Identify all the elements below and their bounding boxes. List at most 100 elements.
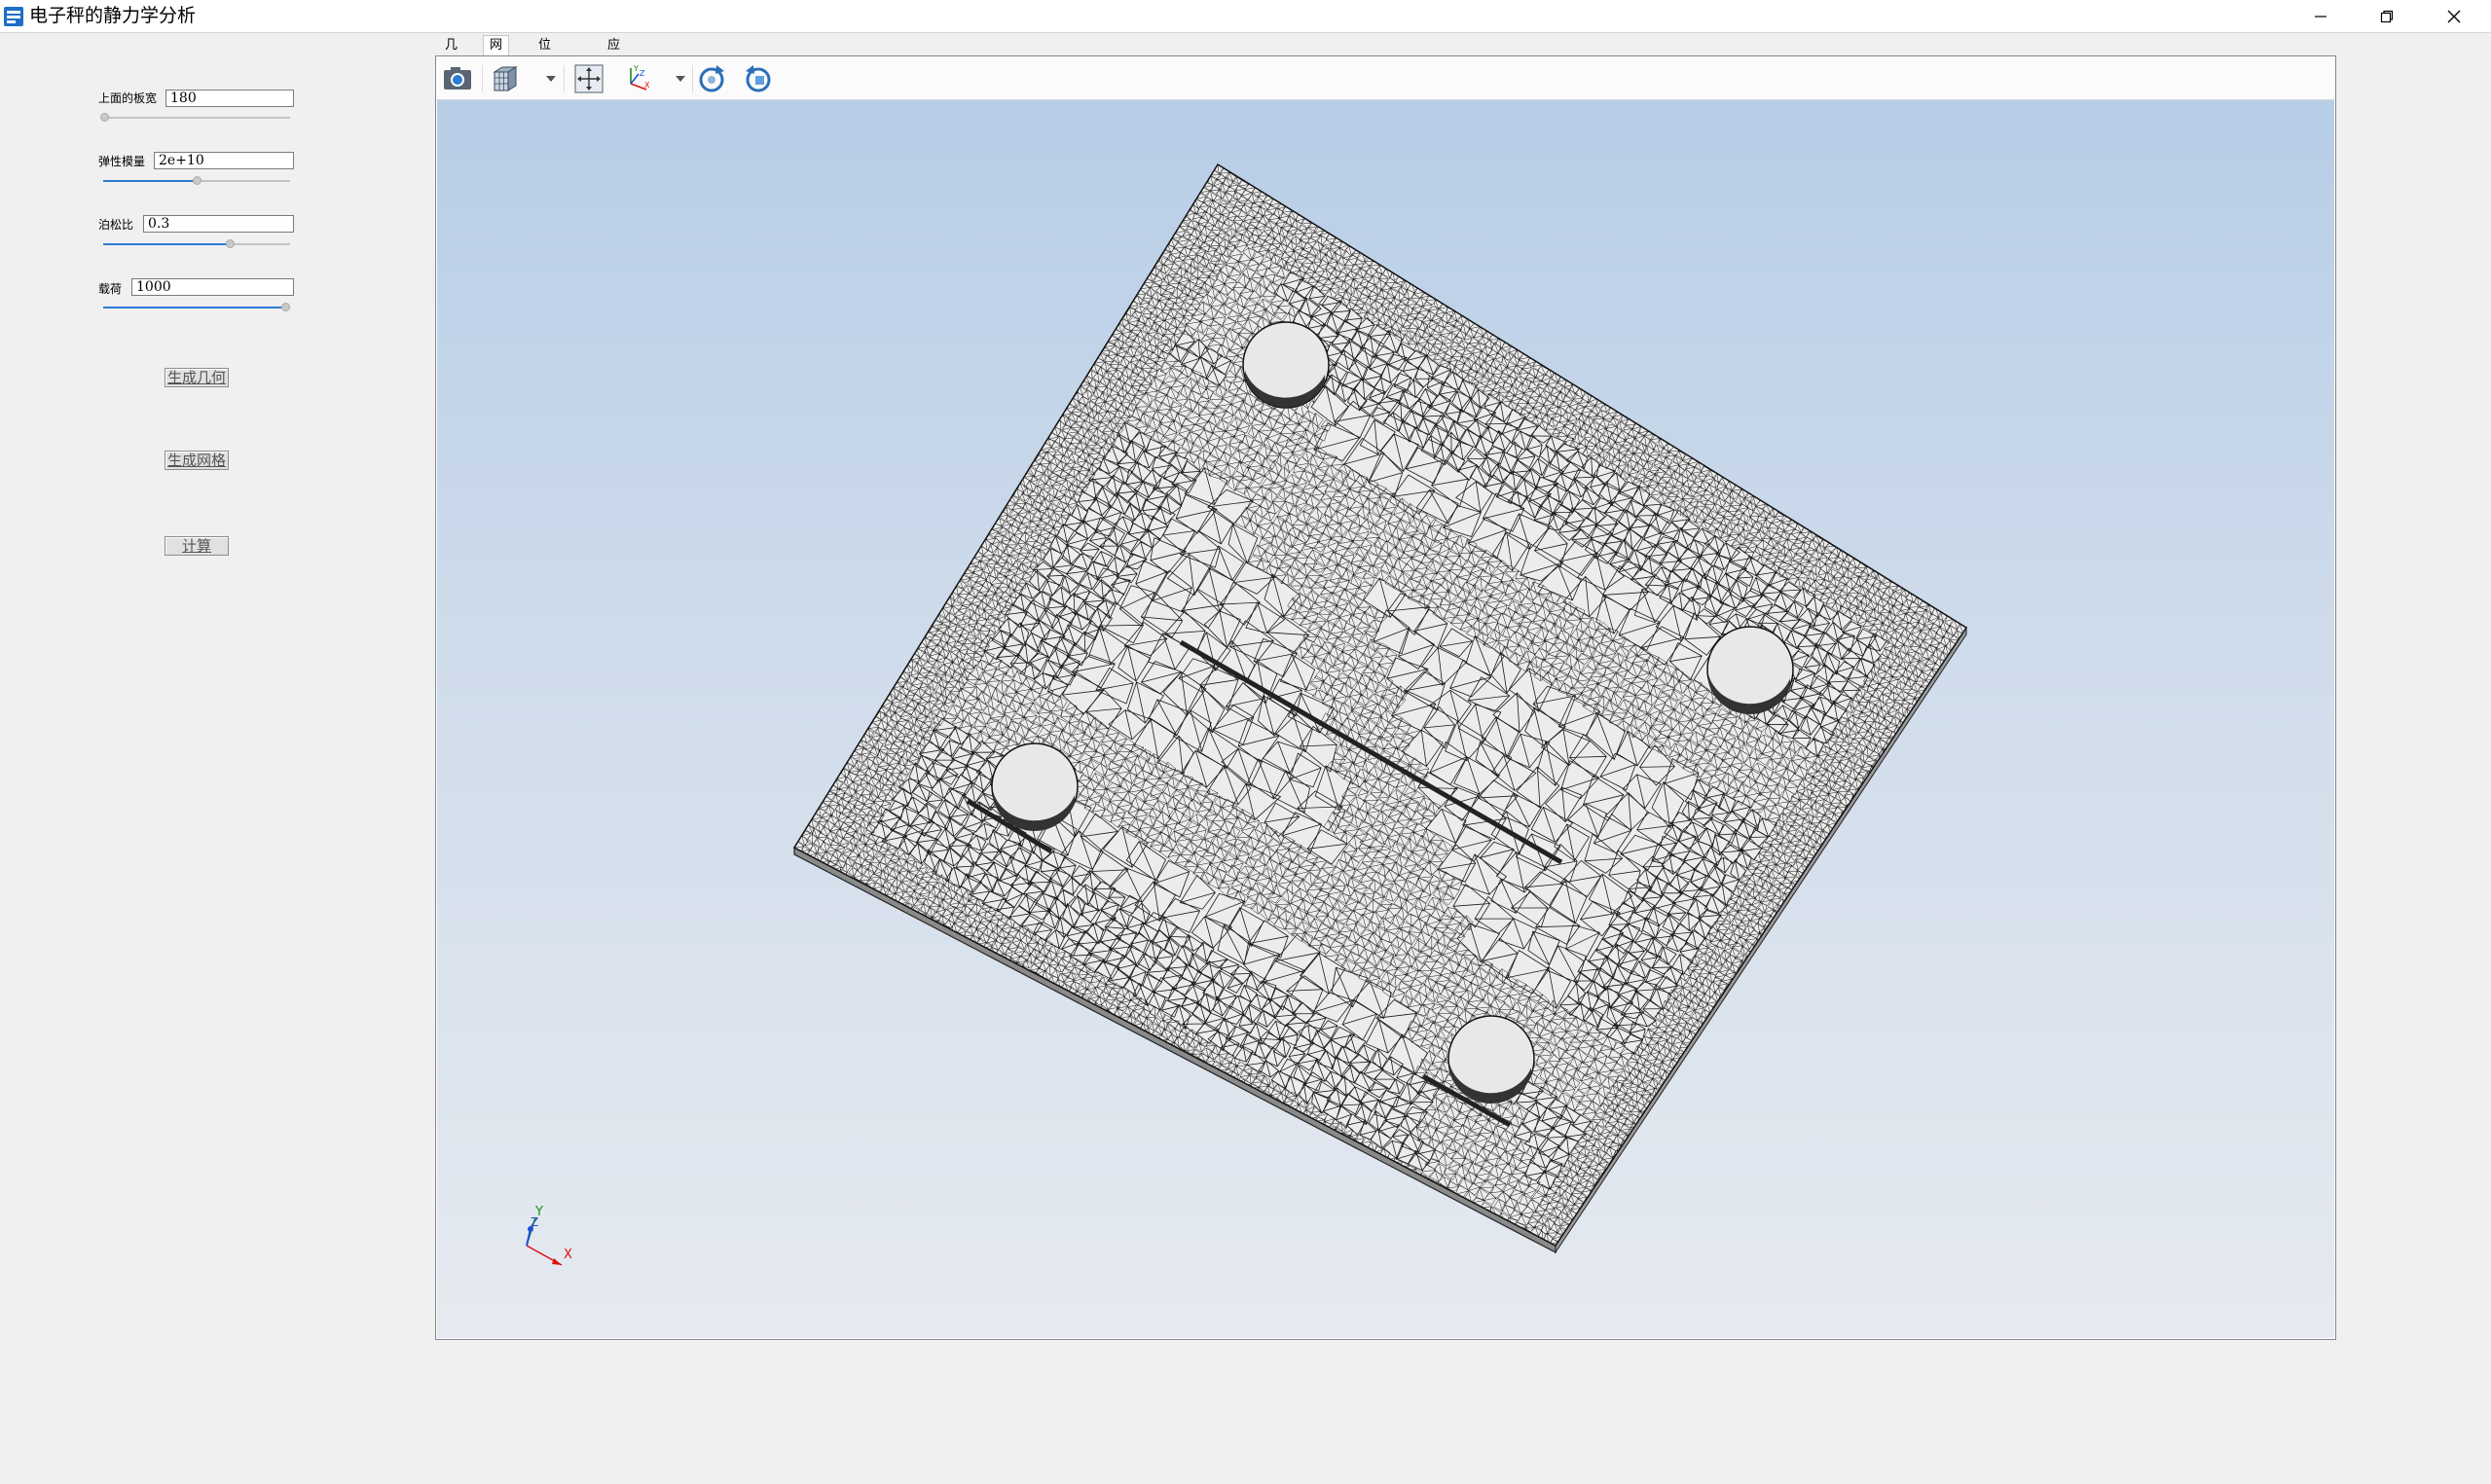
mesh-element	[1277, 1133, 1288, 1143]
mesh-element	[1287, 1132, 1299, 1141]
cube-dropdown-icon[interactable]	[546, 76, 556, 82]
mesh-element	[1331, 1142, 1343, 1154]
cube-view-icon[interactable]	[489, 62, 522, 95]
mesh-element	[1267, 1119, 1281, 1130]
mesh-element	[1292, 1150, 1304, 1161]
mesh-element	[1071, 1004, 1084, 1017]
mesh-element	[1024, 983, 1036, 995]
mesh-element	[1208, 1075, 1220, 1086]
plate-width-label: 上面的板宽	[98, 91, 158, 105]
tab-stress[interactable]: 应力云图	[602, 36, 626, 111]
elastic-modulus-input[interactable]: 2e+10	[154, 152, 294, 169]
mesh-element	[1271, 1114, 1283, 1123]
minimize-icon	[2315, 15, 2326, 18]
mesh-element	[1356, 1175, 1368, 1184]
elastic-modulus-label: 弹性模量	[98, 155, 146, 168]
load-slider-thumb[interactable]	[281, 303, 290, 311]
mesh-element	[1108, 1029, 1119, 1040]
mesh-element	[1138, 1037, 1150, 1051]
mesh-element	[1250, 1106, 1262, 1117]
mesh-element	[1300, 1123, 1311, 1134]
mesh-element	[1323, 1170, 1336, 1180]
viewer-toolbar: Y X Z	[437, 57, 2334, 100]
mesh-element	[1174, 1075, 1186, 1089]
plate-width-input[interactable]: 180	[165, 90, 294, 107]
mesh-element	[1142, 1047, 1152, 1059]
load-input[interactable]: 1000	[131, 278, 294, 296]
mesh-element	[1135, 1055, 1149, 1065]
poisson-ratio-slider[interactable]	[103, 239, 290, 248]
mesh-element	[1309, 1137, 1320, 1148]
mesh-element	[1278, 1118, 1289, 1130]
plate-width-slider[interactable]	[100, 113, 290, 122]
mesh-element	[1177, 1070, 1189, 1082]
elastic-modulus-slider[interactable]	[103, 176, 290, 185]
elastic-modulus-slider-thumb[interactable]	[193, 176, 201, 185]
mesh-element	[1288, 1116, 1299, 1126]
mesh-model[interactable]: X Y Z	[437, 100, 2334, 1338]
mesh-element	[1304, 1159, 1316, 1169]
mesh-element	[1318, 1149, 1329, 1161]
mesh-element	[1031, 987, 1042, 999]
mesh-element	[1075, 1016, 1084, 1027]
mesh-element	[1231, 1111, 1240, 1122]
mesh-element	[988, 960, 998, 972]
minimize-button[interactable]	[2288, 0, 2354, 32]
mesh-element	[1198, 1091, 1210, 1103]
mesh-element	[1000, 968, 1010, 980]
mesh-element	[1341, 1155, 1352, 1168]
mesh-element	[1112, 1037, 1123, 1049]
mesh-element	[1045, 990, 1057, 1000]
restore-button[interactable]	[2354, 0, 2420, 32]
mesh-element	[1360, 1167, 1370, 1177]
mesh-element	[1328, 1164, 1339, 1175]
mesh-element	[1104, 1024, 1115, 1035]
mesh-element	[1253, 1117, 1264, 1129]
window-title: 电子秤的静力学分析	[29, 5, 197, 26]
plate-width-slider-thumb[interactable]	[100, 113, 109, 122]
mesh-element	[1274, 1124, 1286, 1136]
mesh-element	[981, 956, 992, 968]
mesh-element	[1099, 1030, 1112, 1041]
mesh-element	[1246, 1100, 1259, 1109]
poisson-ratio-input[interactable]: 0.3	[143, 215, 294, 233]
mesh-element	[1301, 1147, 1314, 1160]
mesh-element	[1086, 1022, 1099, 1033]
mesh-element	[1131, 1033, 1142, 1046]
3d-viewport[interactable]: X Y Z	[437, 100, 2334, 1338]
mesh-element	[1281, 1127, 1292, 1138]
mesh-element	[1312, 1145, 1325, 1156]
mesh-element	[1315, 1140, 1326, 1152]
rotate-cw-icon[interactable]	[695, 62, 728, 95]
generate-geometry-button[interactable]: 生成几何	[165, 368, 229, 387]
mesh-element	[1156, 1050, 1167, 1061]
generate-mesh-button[interactable]: 生成网格	[165, 451, 229, 470]
mesh-element	[1182, 1064, 1191, 1076]
mesh-element	[1265, 1125, 1276, 1136]
tab-mesh[interactable]: 网格	[483, 35, 510, 72]
tab-geometry[interactable]: 几何	[439, 36, 463, 72]
mesh-element	[1054, 993, 1065, 1005]
mesh-element	[1322, 1143, 1334, 1156]
mesh-element	[1337, 1146, 1350, 1159]
tab-displacement[interactable]: 位移云图	[532, 36, 557, 111]
mesh-element	[1356, 1188, 1367, 1200]
mesh-element	[1305, 1142, 1318, 1155]
camera-icon[interactable]	[441, 62, 474, 95]
mesh-element	[1358, 1183, 1370, 1194]
mesh-element	[1337, 1161, 1348, 1173]
poisson-ratio-slider-thumb[interactable]	[226, 239, 235, 248]
mesh-element	[1327, 1149, 1339, 1161]
axes-dropdown-icon[interactable]	[676, 76, 685, 82]
mesh-element	[1146, 1051, 1158, 1064]
mesh-element	[1365, 1172, 1376, 1183]
load-slider[interactable]	[103, 303, 290, 311]
fit-view-icon[interactable]	[572, 62, 605, 95]
axes-icon[interactable]: Y X Z	[621, 62, 654, 95]
rotate-ccw-icon[interactable]	[742, 62, 775, 95]
mesh-element	[1130, 1048, 1143, 1062]
mesh-element	[1227, 1101, 1240, 1112]
close-button[interactable]	[2421, 0, 2487, 32]
mesh-element	[1089, 1018, 1100, 1028]
compute-button[interactable]: 计算	[165, 536, 229, 556]
